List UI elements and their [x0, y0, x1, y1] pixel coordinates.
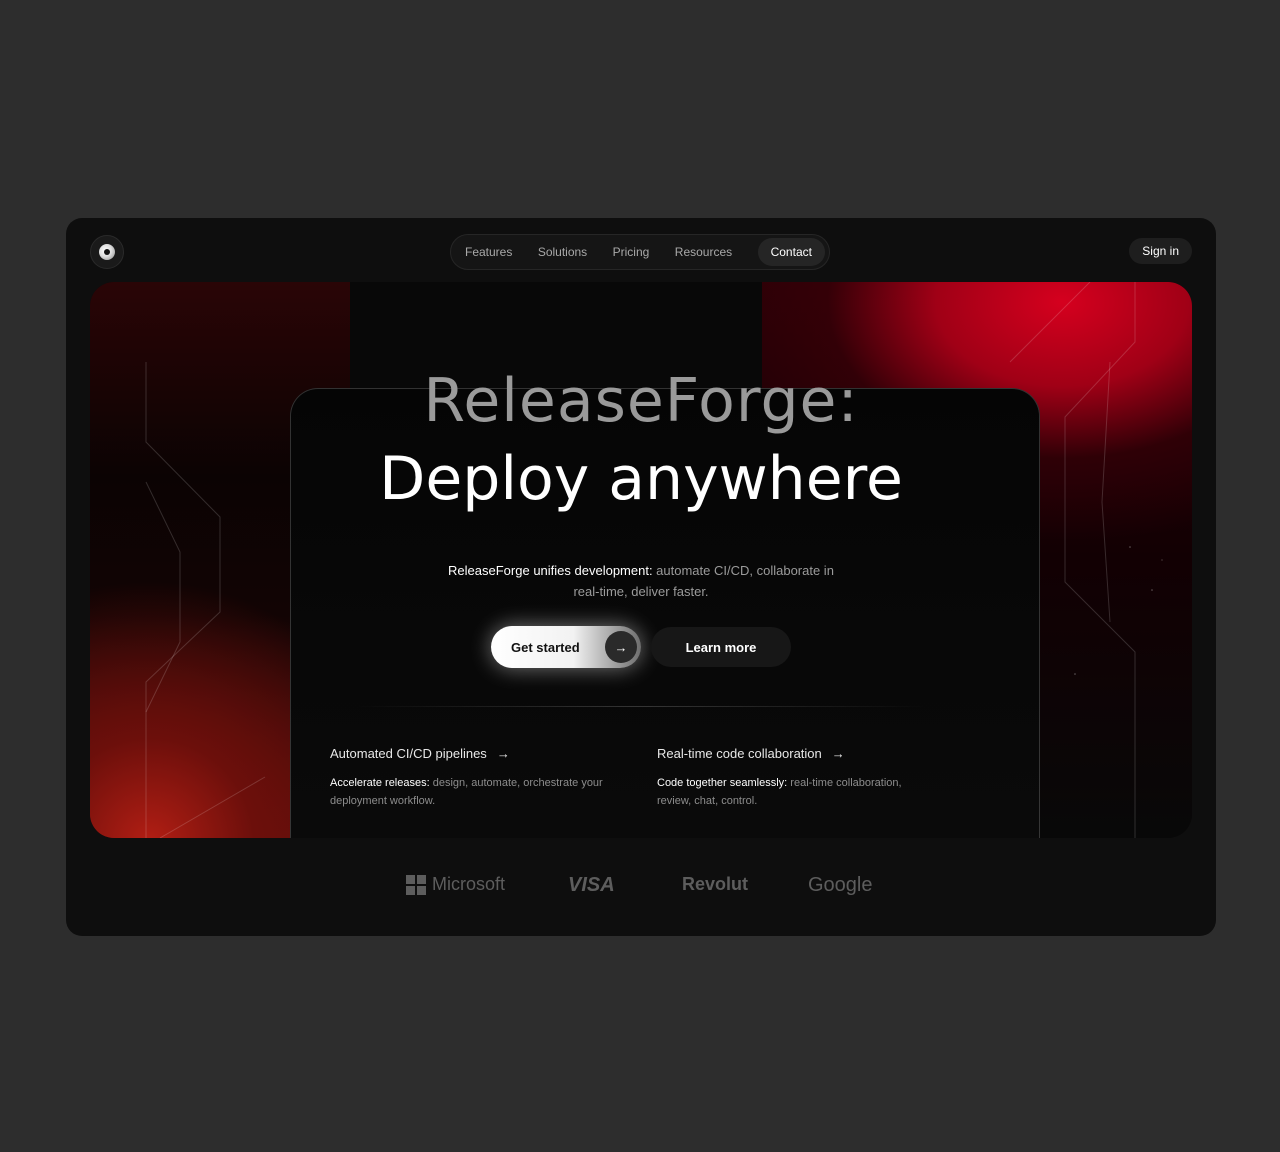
- microsoft-wordmark: Microsoft: [432, 874, 506, 894]
- feature-collab-desc-strong: Code together seamlessly:: [657, 777, 788, 789]
- sign-in-button[interactable]: Sign in: [1129, 238, 1192, 264]
- revolut-logo: Revolut: [682, 874, 749, 894]
- app-frame: Features Solutions Pricing Resources Con…: [66, 218, 1216, 936]
- feature-collab-title: Real-time code collaboration: [657, 746, 822, 761]
- arrow-right-icon: →: [831, 746, 845, 761]
- feature-cicd-desc-strong: Accelerate releases:: [330, 777, 430, 789]
- feature-cicd: Automated CI/CD pipelines → Accelerate r…: [330, 746, 610, 810]
- section-divider: [356, 706, 926, 707]
- nav-item-pricing[interactable]: Pricing: [613, 238, 650, 266]
- nav-item-resources[interactable]: Resources: [675, 238, 732, 266]
- feature-collab-link[interactable]: Real-time code collaboration →: [657, 746, 937, 761]
- visa-logo: VISA: [568, 874, 615, 896]
- nav-item-contact[interactable]: Contact: [757, 238, 825, 266]
- arrow-right-icon: →: [605, 631, 637, 663]
- hero-description: ReleaseForge unifies development: automa…: [441, 560, 841, 602]
- hero-title-line1: ReleaseForge:: [423, 366, 859, 436]
- feature-cicd-link[interactable]: Automated CI/CD pipelines →: [330, 746, 610, 761]
- hero-description-strong: ReleaseForge unifies development:: [448, 563, 653, 578]
- microsoft-grid-icon: [406, 874, 426, 895]
- google-logo: Google: [808, 874, 873, 896]
- feature-cicd-title: Automated CI/CD pipelines: [330, 746, 487, 761]
- feature-cicd-desc: Accelerate releases: design, automate, o…: [330, 775, 610, 810]
- learn-more-button[interactable]: Learn more: [651, 627, 791, 667]
- get-started-label: Get started: [511, 639, 580, 655]
- microsoft-logo: Microsoft: [406, 874, 505, 895]
- get-started-button[interactable]: Get started →: [491, 626, 641, 668]
- feature-collab: Real-time code collaboration → Code toge…: [657, 746, 937, 810]
- nav-item-features[interactable]: Features: [465, 238, 512, 266]
- nav-item-solutions[interactable]: Solutions: [538, 238, 587, 266]
- logo-icon[interactable]: [90, 235, 124, 269]
- hero-title-line2: Deploy anywhere: [379, 444, 903, 514]
- feature-collab-desc: Code together seamlessly: real-time coll…: [657, 775, 937, 810]
- top-nav: Features Solutions Pricing Resources Con…: [450, 234, 830, 270]
- arrow-right-icon: →: [496, 746, 510, 761]
